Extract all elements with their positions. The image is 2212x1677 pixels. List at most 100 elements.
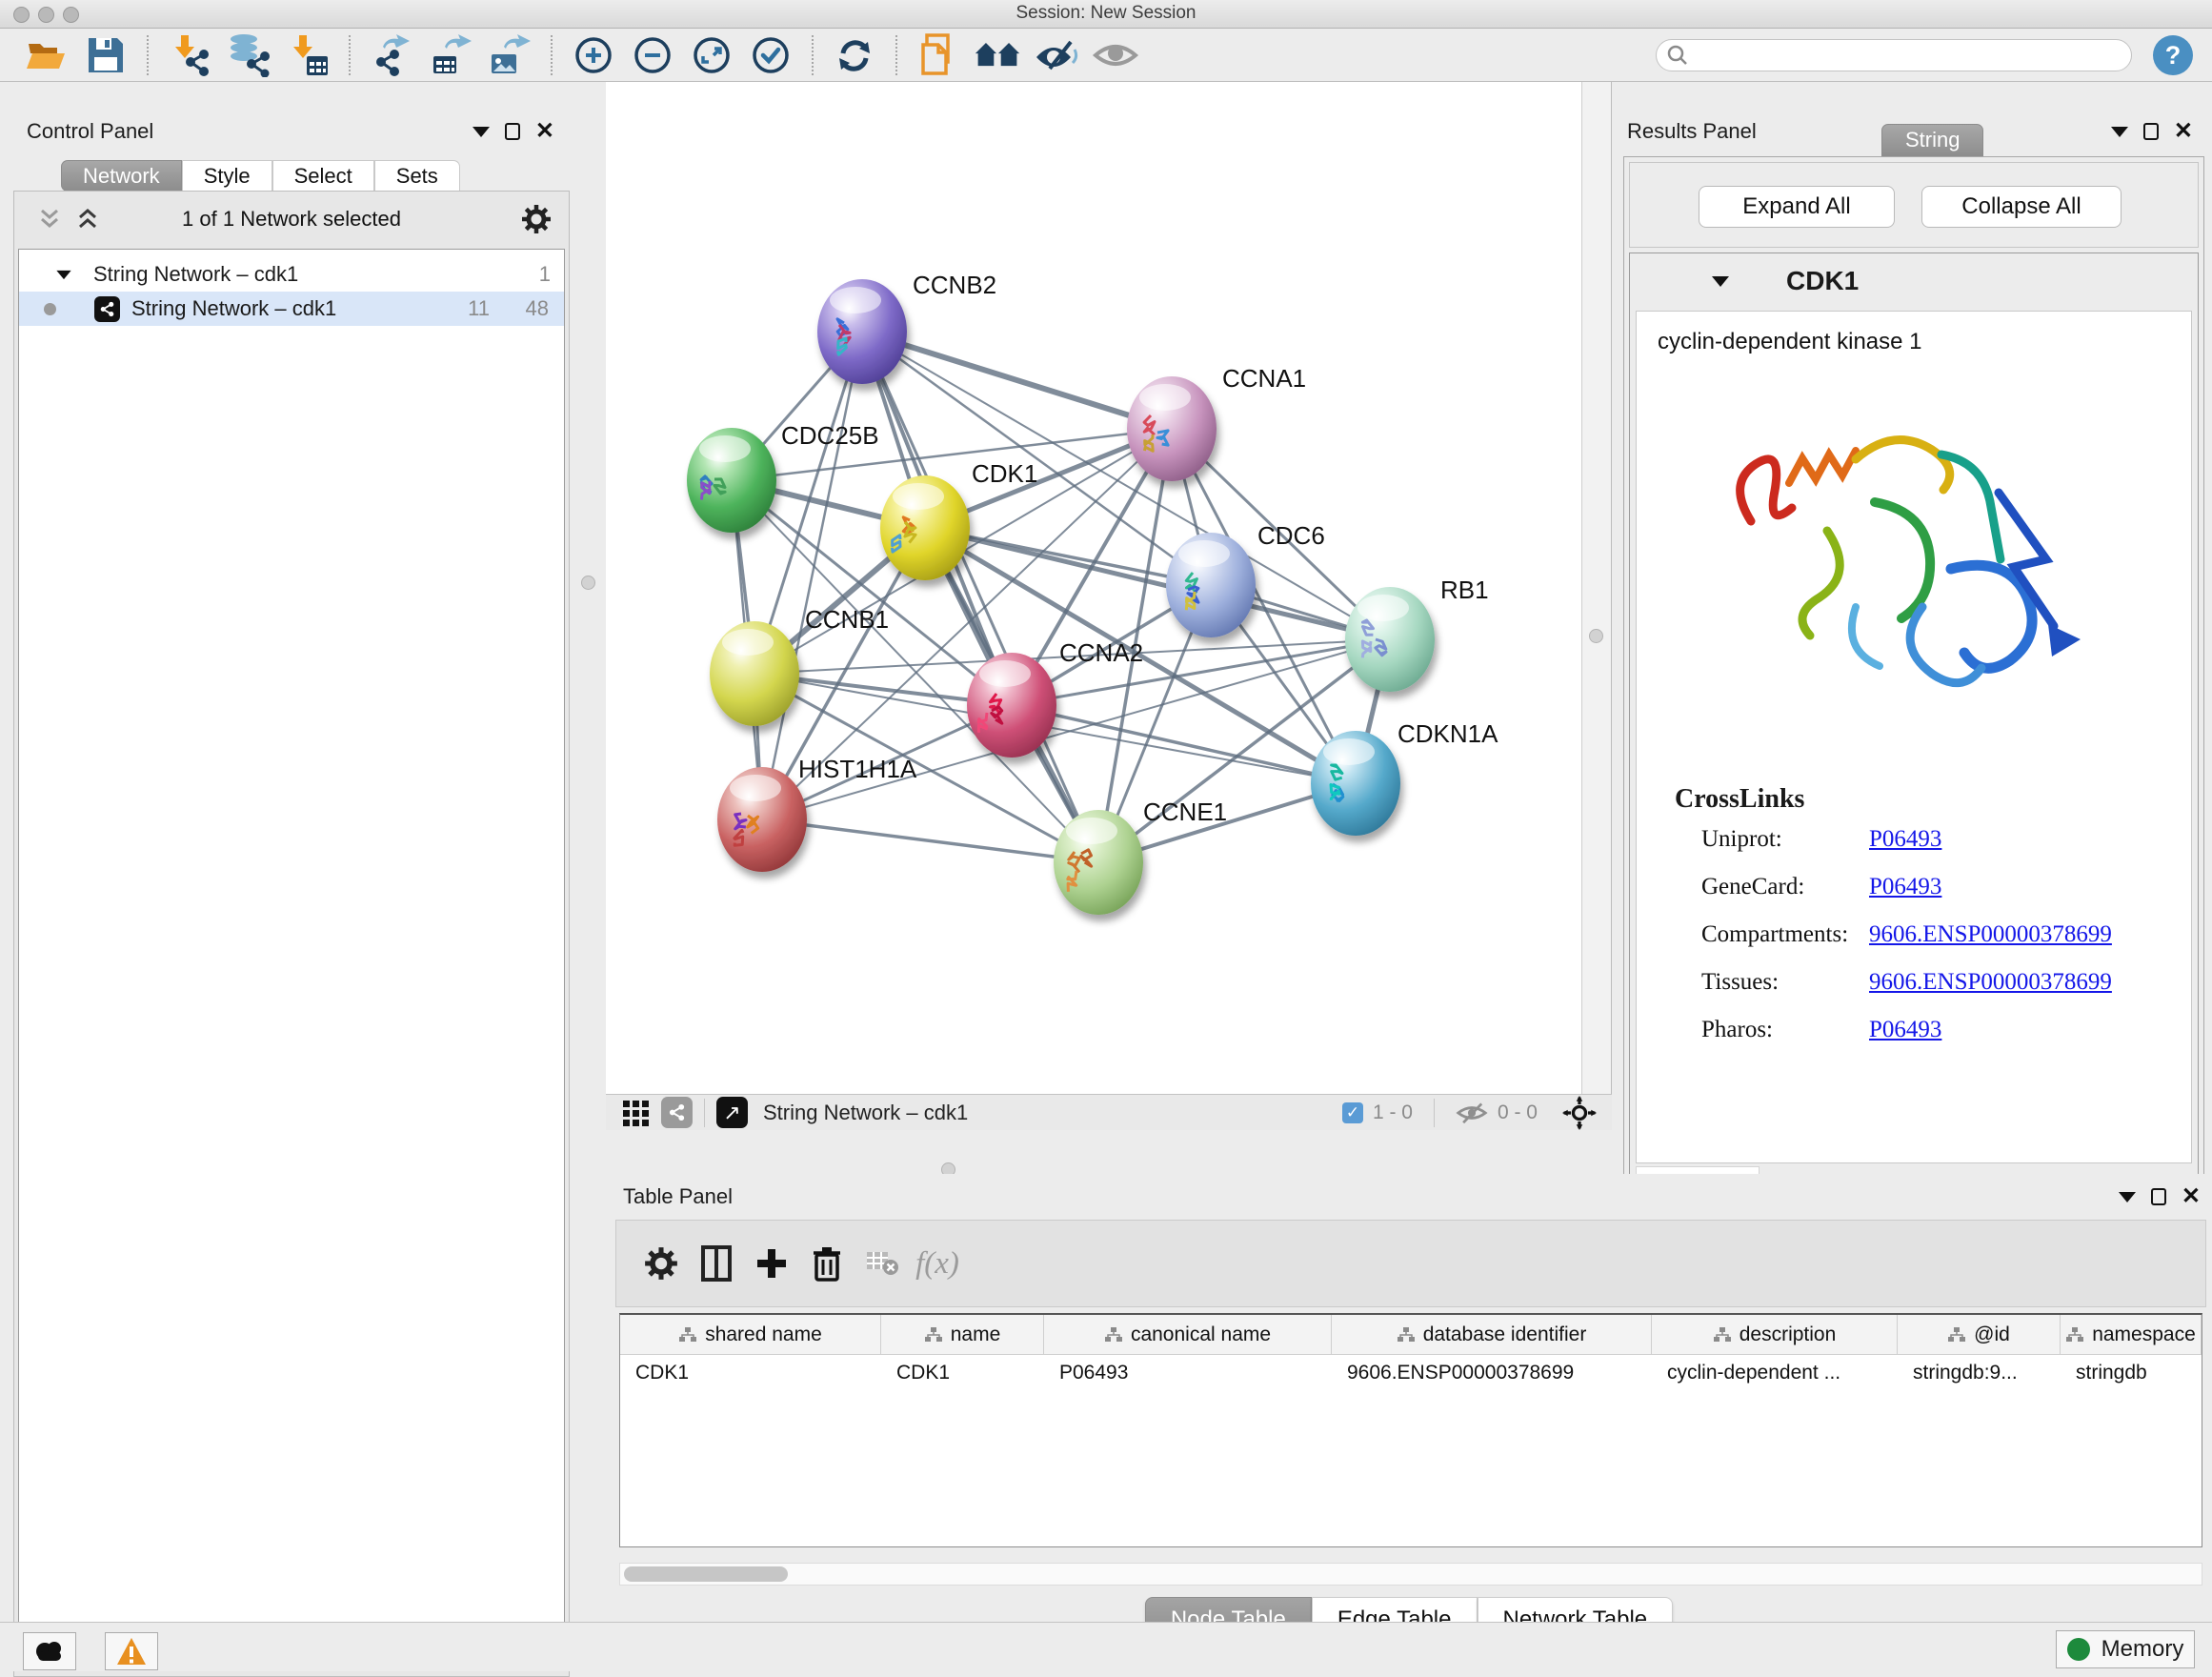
gene-section-header[interactable]: CDK1 <box>1630 253 2198 309</box>
edge-CCNB2-CCNA1[interactable] <box>862 332 1172 429</box>
network-graph[interactable]: CCNB2CCNA1CDC25BCDK1CDC6RB1CCNB1CCNA2CDK… <box>606 82 1581 1094</box>
crosslink-link[interactable]: P06493 <box>1869 1017 1941 1042</box>
table-cell[interactable]: CDK1 <box>620 1355 881 1391</box>
import-network-database-button[interactable] <box>225 32 272 78</box>
protein-node-CDK1[interactable] <box>880 475 970 580</box>
open-documents-button[interactable] <box>915 32 962 78</box>
delete-column-button[interactable] <box>799 1235 855 1292</box>
tab-select[interactable]: Select <box>272 160 374 192</box>
table-cell[interactable]: cyclin-dependent ... <box>1652 1355 1898 1391</box>
table-cell[interactable]: stringdb:9... <box>1898 1355 2061 1391</box>
hide-details-button[interactable] <box>1033 32 1080 78</box>
table-cell[interactable]: CDK1 <box>881 1355 1044 1391</box>
panel-close-icon[interactable]: ✕ <box>2174 120 2193 143</box>
edge-CCNA2-CDKN1A[interactable] <box>1012 705 1356 783</box>
expand-all-button[interactable]: Expand All <box>1699 186 1895 228</box>
save-session-button[interactable] <box>82 32 130 78</box>
network-share-icon[interactable] <box>661 1097 693 1128</box>
protein-node-CCNB2[interactable] <box>817 279 907 384</box>
export-network-button[interactable] <box>368 32 415 78</box>
table-cell[interactable]: stringdb <box>2061 1355 2202 1391</box>
protein-node-CCNE1[interactable] <box>1054 810 1143 915</box>
tree-expander-icon[interactable] <box>56 270 70 278</box>
panel-menu-icon[interactable] <box>473 127 490 137</box>
panel-close-icon[interactable]: ✕ <box>2182 1185 2201 1208</box>
column-header-name[interactable]: name <box>881 1315 1044 1354</box>
node-table[interactable]: shared namenamecanonical namedatabase id… <box>619 1313 2202 1547</box>
collapse-all-button[interactable]: Collapse All <box>1921 186 2122 228</box>
panel-close-icon[interactable]: ✕ <box>535 120 554 143</box>
search-input[interactable] <box>1689 46 2108 66</box>
tab-sets[interactable]: Sets <box>374 160 460 192</box>
table-row[interactable]: CDK1CDK1P064939606.ENSP00000378699cyclin… <box>620 1355 2202 1391</box>
import-network-file-button[interactable] <box>166 32 213 78</box>
open-in-new-icon[interactable]: ↗ <box>716 1097 748 1128</box>
help-button[interactable]: ? <box>2153 35 2193 75</box>
column-header-description[interactable]: description <box>1652 1315 1898 1354</box>
function-builder-button[interactable]: f(x) <box>910 1235 965 1292</box>
protein-node-HIST1H1A[interactable] <box>717 767 807 872</box>
crosslink-link[interactable]: 9606.ENSP00000378699 <box>1869 969 2112 995</box>
memory-button[interactable]: Memory <box>2056 1630 2195 1668</box>
birds-eye-grid-icon[interactable] <box>621 1099 650 1127</box>
cloud-button[interactable] <box>23 1632 76 1670</box>
crosslink-link[interactable]: P06493 <box>1869 826 1941 852</box>
selected-checkbox-icon[interactable]: ✓ <box>1342 1102 1363 1123</box>
edge-HIST1H1A-CCNE1[interactable] <box>762 819 1098 862</box>
import-table-button[interactable] <box>284 32 332 78</box>
right-splitter[interactable] <box>1581 82 1612 1174</box>
search-box[interactable] <box>1656 39 2132 71</box>
string-home-button[interactable] <box>974 32 1021 78</box>
warnings-button[interactable] <box>105 1632 158 1670</box>
column-header-shared-name[interactable]: shared name <box>620 1315 881 1354</box>
left-splitter[interactable] <box>572 82 606 1130</box>
column-header--id[interactable]: @id <box>1898 1315 2061 1354</box>
table-settings-button[interactable] <box>633 1235 689 1292</box>
crosslink-link[interactable]: P06493 <box>1869 874 1941 899</box>
show-columns-button[interactable] <box>689 1235 744 1292</box>
export-image-button[interactable] <box>486 32 533 78</box>
table-h-scrollbar[interactable] <box>619 1563 2202 1586</box>
network-canvas[interactable]: CCNB2CCNA1CDC25BCDK1CDC6RB1CCNB1CCNA2CDK… <box>606 82 1581 1094</box>
section-expander-icon[interactable] <box>1712 276 1729 287</box>
delete-table-button[interactable] <box>855 1235 910 1292</box>
zoom-selected-button[interactable] <box>747 32 794 78</box>
protein-node-CDC25B[interactable] <box>687 428 776 533</box>
network-collection-row[interactable]: String Network – cdk1 1 <box>19 257 564 292</box>
tab-style[interactable]: Style <box>182 160 272 192</box>
open-session-button[interactable] <box>23 32 70 78</box>
column-header-database-identifier[interactable]: database identifier <box>1332 1315 1652 1354</box>
protein-node-RB1[interactable] <box>1345 587 1435 692</box>
splitter-handle[interactable] <box>581 576 595 590</box>
panel-float-icon[interactable] <box>2151 1188 2166 1205</box>
panel-float-icon[interactable] <box>505 123 520 140</box>
create-column-button[interactable] <box>744 1235 799 1292</box>
scrollbar-thumb[interactable] <box>624 1566 788 1582</box>
zoom-out-button[interactable] <box>629 32 676 78</box>
table-cell[interactable]: P06493 <box>1044 1355 1332 1391</box>
zoom-fit-button[interactable] <box>688 32 735 78</box>
panel-menu-icon[interactable] <box>2111 127 2128 137</box>
crosslink-link[interactable]: 9606.ENSP00000378699 <box>1869 921 2112 947</box>
results-tab-string[interactable]: String <box>1881 124 1983 156</box>
fit-crosshair-icon[interactable] <box>1560 1096 1599 1130</box>
gear-icon[interactable] <box>521 204 552 234</box>
zoom-in-button[interactable] <box>570 32 617 78</box>
show-details-button[interactable] <box>1092 32 1139 78</box>
protein-node-CCNA1[interactable] <box>1127 376 1217 481</box>
protein-node-CDKN1A[interactable] <box>1311 731 1400 836</box>
edge-CCNB2-HIST1H1A[interactable] <box>762 332 862 819</box>
column-header-namespace[interactable]: namespace <box>2061 1315 2202 1354</box>
protein-node-CCNA2[interactable] <box>967 653 1056 758</box>
tab-network[interactable]: Network <box>61 160 182 192</box>
column-header-canonical-name[interactable]: canonical name <box>1044 1315 1332 1354</box>
panel-float-icon[interactable] <box>2143 123 2159 140</box>
apply-layout-button[interactable] <box>831 32 878 78</box>
splitter-handle[interactable] <box>1589 629 1603 643</box>
protein-node-CCNB1[interactable] <box>710 621 799 726</box>
table-cell[interactable]: 9606.ENSP00000378699 <box>1332 1355 1652 1391</box>
export-table-button[interactable] <box>427 32 474 78</box>
panel-menu-icon[interactable] <box>2119 1192 2136 1202</box>
network-row-selected[interactable]: String Network – cdk1 11 48 <box>19 292 564 326</box>
protein-node-CDC6[interactable] <box>1166 533 1256 637</box>
